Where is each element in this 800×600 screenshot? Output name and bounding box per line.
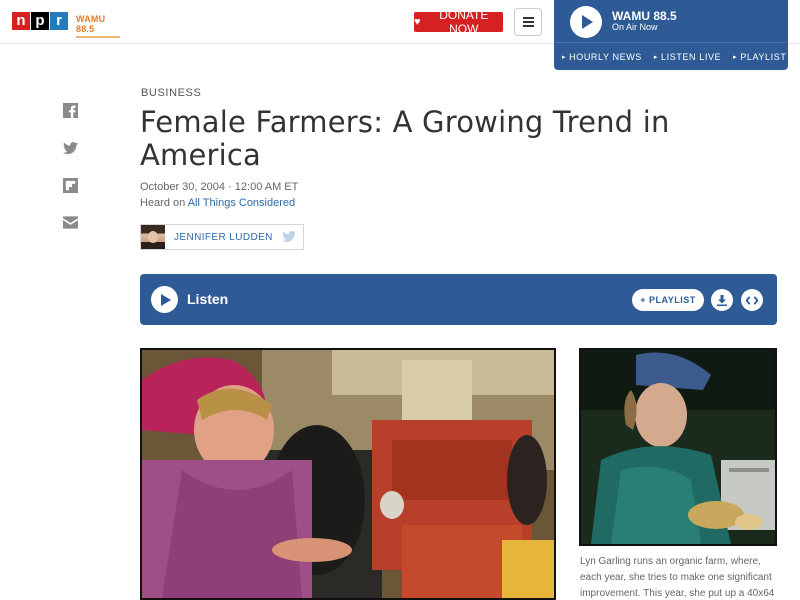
author-name[interactable]: JENNIFER LUDDEN	[174, 232, 282, 243]
station-logo[interactable]: WAMU 88.5	[76, 14, 122, 38]
facebook-icon	[62, 102, 78, 118]
chevron-right-icon: ▸	[653, 53, 659, 61]
side-photo[interactable]	[579, 348, 777, 546]
player-station-name: WAMU 88.5	[612, 9, 677, 23]
npr-logo[interactable]: n p r	[12, 12, 69, 30]
listen-play-button[interactable]	[151, 286, 178, 313]
listen-live-link[interactable]: ▸ LISTEN LIVE	[654, 52, 721, 62]
audio-player: Listen + PLAYLIST	[140, 274, 777, 325]
menu-button[interactable]	[514, 8, 542, 36]
download-button[interactable]	[711, 289, 733, 311]
heard-on: Heard on All Things Considered	[140, 197, 295, 209]
byline: JENNIFER LUDDEN	[140, 224, 304, 250]
donate-label: DONATE NOW	[439, 8, 489, 36]
facebook-share[interactable]	[62, 102, 78, 118]
farmer-tractor-photo	[142, 350, 554, 598]
heard-on-prefix: Heard on	[140, 197, 186, 209]
chevron-right-icon: ▸	[733, 53, 738, 61]
npr-logo-n: n	[12, 12, 30, 30]
article-title: Female Farmers: A Growing Trend in Ameri…	[140, 105, 670, 172]
author-avatar[interactable]	[141, 225, 165, 249]
chevron-right-icon: ▸	[562, 53, 567, 61]
email-icon	[62, 215, 78, 229]
live-play-button[interactable]	[570, 6, 602, 38]
playlist-link[interactable]: ▸ PLAYLIST	[733, 52, 786, 62]
heart-icon: ♥	[414, 16, 421, 28]
side-photo-caption: Lyn Garling runs an organic farm, where,…	[580, 556, 775, 599]
hamburger-icon	[522, 17, 534, 19]
live-player: WAMU 88.5 On Air Now ▸ HOURLY NEWS ▸ LISTE…	[554, 0, 788, 70]
article-date: October 30, 2004 · 12:00 AM ET	[140, 181, 299, 193]
section-label[interactable]: BUSINESS	[141, 87, 201, 99]
author-twitter[interactable]	[282, 230, 298, 244]
farmer-portrait-photo	[581, 350, 775, 544]
download-icon	[717, 294, 727, 306]
hourly-news-link[interactable]: ▸ HOURLY NEWS	[562, 52, 642, 62]
flipboard-share[interactable]	[62, 177, 78, 193]
player-links: ▸ HOURLY NEWS ▸ LISTEN LIVE ▸ PLAYLIST	[554, 42, 788, 70]
station-logo-underline	[76, 36, 120, 38]
main-photo[interactable]	[140, 348, 556, 600]
plus-icon: +	[640, 295, 647, 305]
station-logo-text: WAMU 88.5	[76, 14, 106, 34]
play-icon	[582, 15, 593, 29]
player-status: On Air Now	[612, 22, 658, 32]
twitter-icon	[282, 231, 296, 243]
program-link[interactable]: All Things Considered	[188, 197, 295, 209]
npr-logo-p: p	[31, 12, 49, 30]
embed-button[interactable]	[741, 289, 763, 311]
twitter-share[interactable]	[62, 140, 78, 156]
add-to-playlist-button[interactable]: + PLAYLIST	[632, 289, 704, 311]
listen-label[interactable]: Listen	[187, 291, 228, 307]
npr-logo-r: r	[50, 12, 68, 30]
flipboard-icon	[62, 177, 78, 193]
embed-icon	[746, 295, 758, 305]
twitter-icon	[62, 141, 78, 154]
play-icon	[161, 293, 171, 306]
donate-button[interactable]: ♥ DONATE NOW	[414, 8, 503, 36]
email-share[interactable]	[62, 214, 78, 230]
